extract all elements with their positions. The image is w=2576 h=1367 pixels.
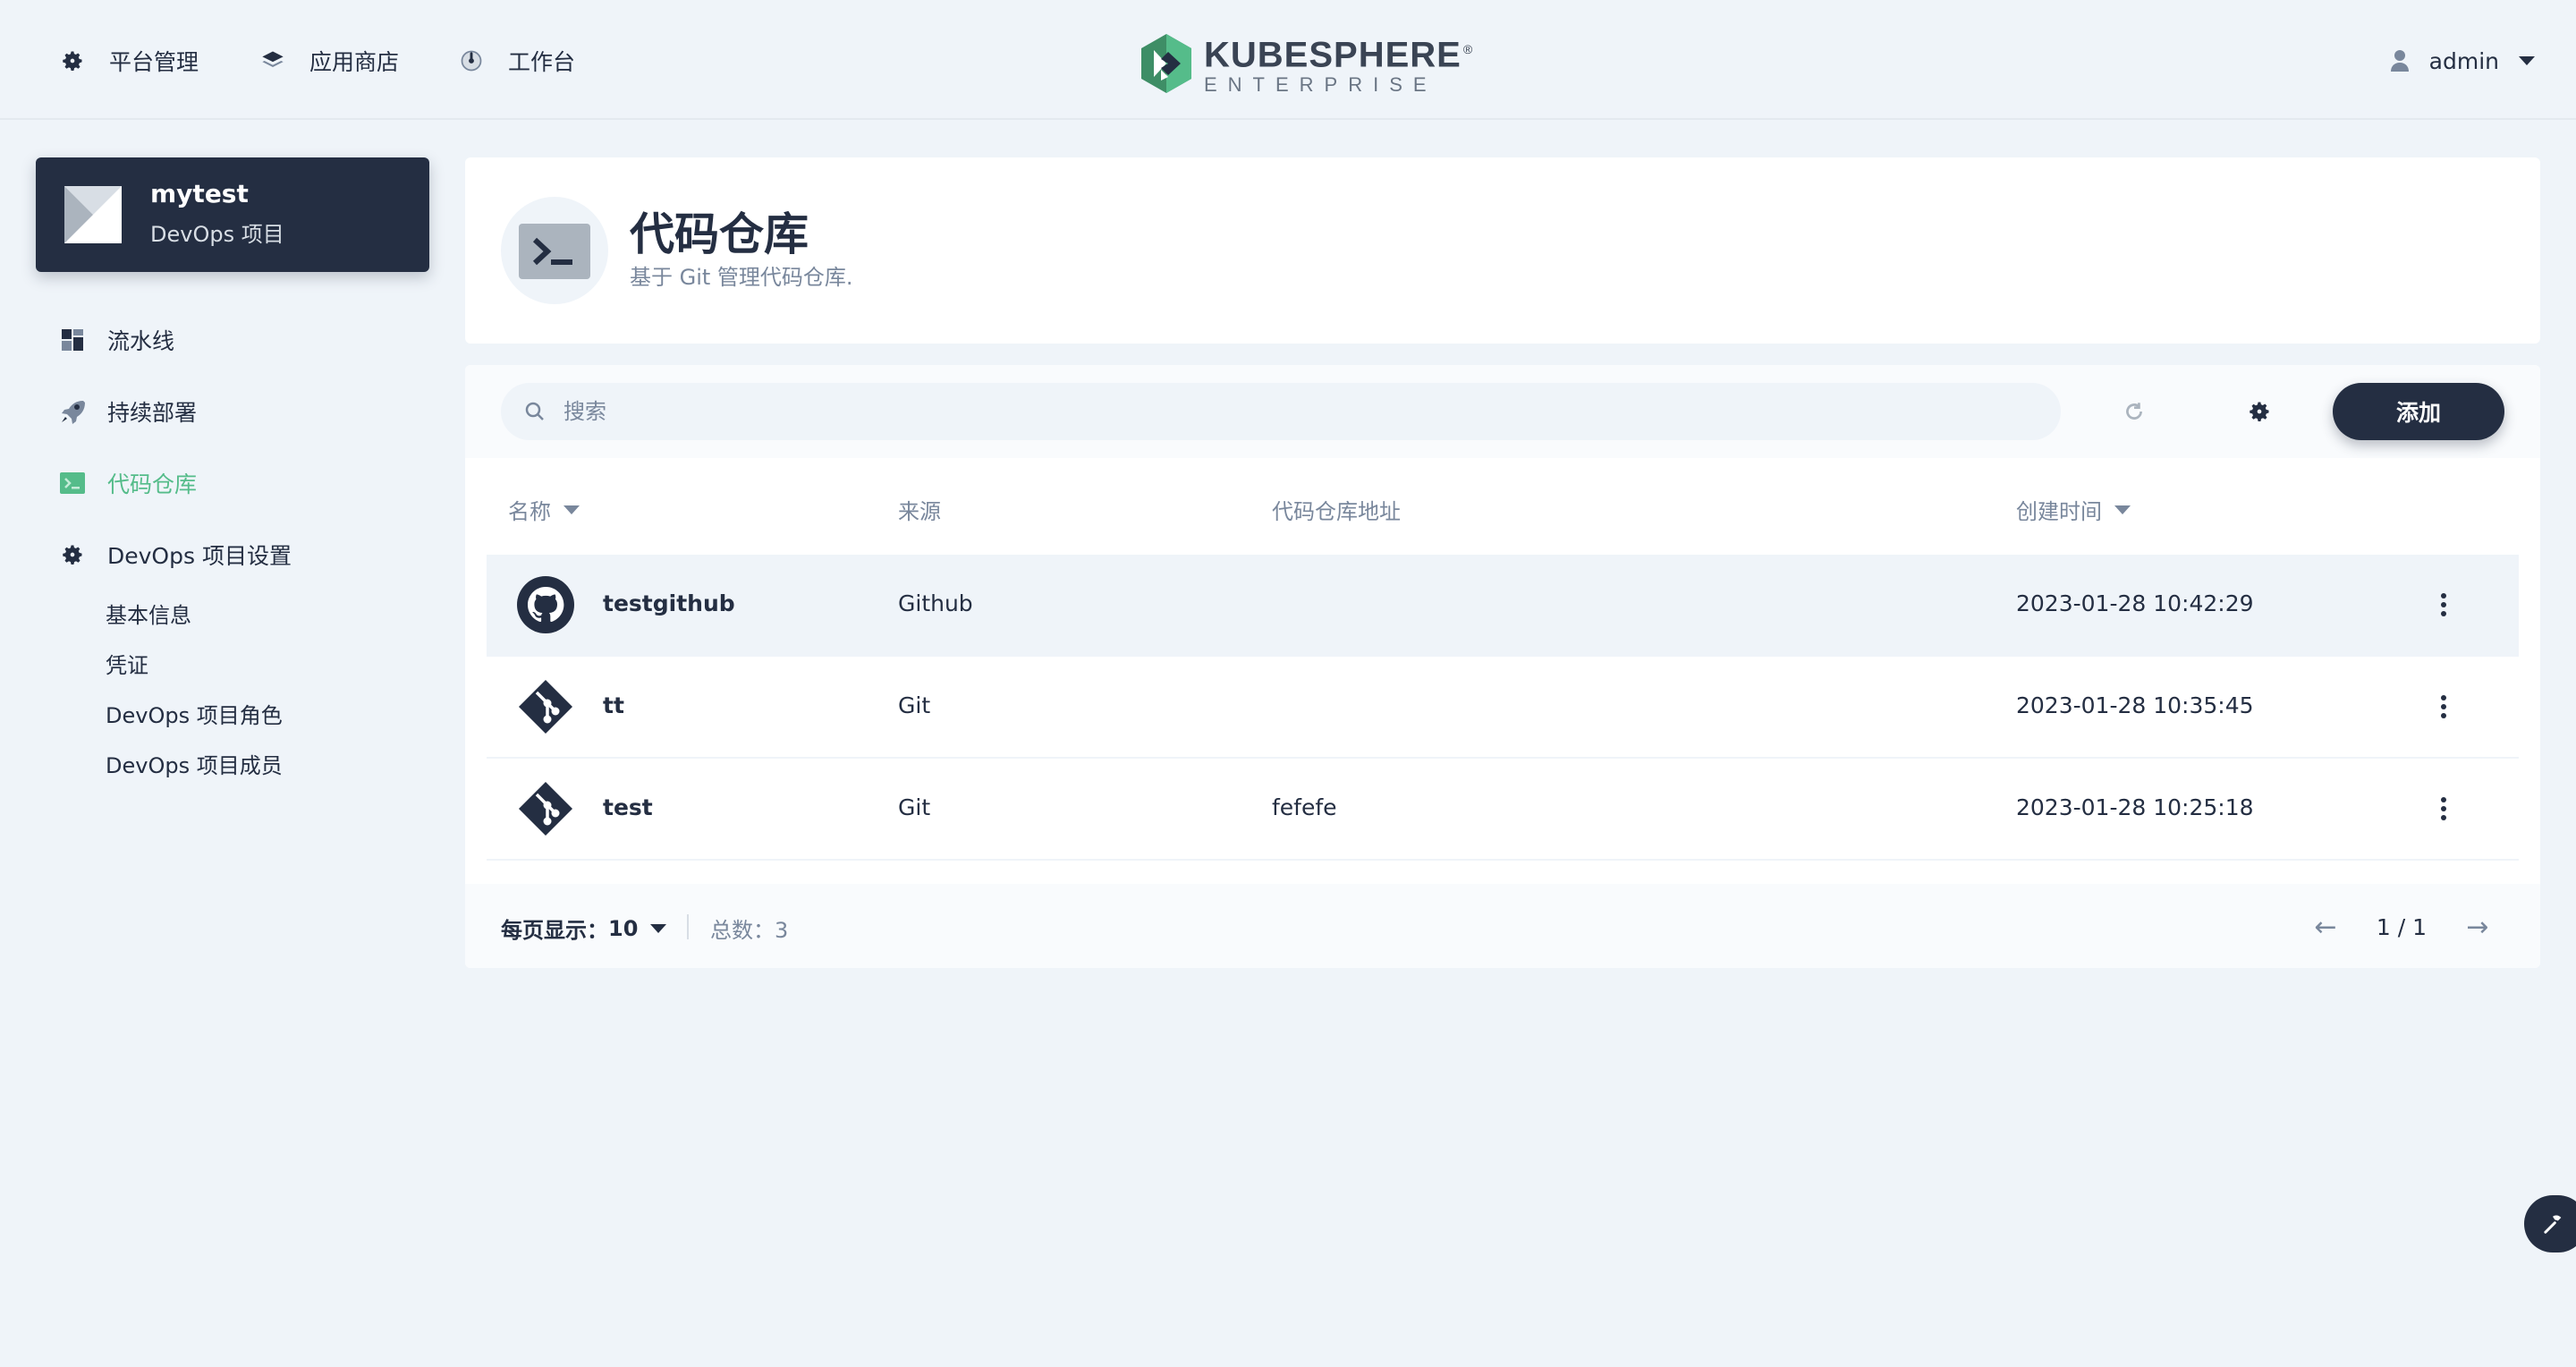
- page-size-select[interactable]: 每页显示： 10: [501, 913, 667, 944]
- nav-label: 工作台: [508, 49, 576, 75]
- sidebar-item-label: 持续部署: [107, 400, 198, 426]
- repository-created-time: 2023-01-28 10:42:29: [2016, 590, 2254, 616]
- column-label: 来源: [898, 499, 941, 524]
- git-icon: [519, 680, 572, 734]
- sidebar-item-code-repositories[interactable]: 代码仓库: [59, 465, 197, 501]
- sidebar-item-credentials[interactable]: 凭证: [106, 650, 148, 682]
- search-input[interactable]: [562, 398, 1996, 425]
- rocket-icon: [59, 398, 86, 425]
- sidebar-item-devops-settings[interactable]: DevOps 项目设置: [59, 537, 292, 573]
- table-settings-button[interactable]: [2238, 390, 2281, 433]
- top-navigation-bar: 平台管理 应用商店 工作台 KUBESPHERE ® ENTERPRISE adm…: [0, 0, 2576, 120]
- repository-address: fefefe: [1272, 794, 1337, 820]
- github-icon: [517, 576, 574, 633]
- next-page-arrow-icon[interactable]: →: [2451, 912, 2504, 943]
- table-row[interactable]: test Git fefefe 2023-01-28 10:25:18: [487, 759, 2519, 861]
- page-header: 代码仓库 基于 Git 管理代码仓库.: [465, 157, 2540, 344]
- terminal-icon: [519, 224, 590, 279]
- hammer-icon: [2544, 1215, 2562, 1234]
- table-toolbar: 添加: [465, 365, 2540, 458]
- repository-created-time: 2023-01-28 10:25:18: [2016, 794, 2254, 820]
- column-label: 代码仓库地址: [1272, 499, 1401, 524]
- refresh-icon: [2126, 403, 2142, 420]
- page-description: 基于 Git 管理代码仓库.: [630, 265, 853, 290]
- brand-name: KUBESPHERE: [1204, 35, 1462, 75]
- repository-name[interactable]: tt: [603, 692, 624, 718]
- project-avatar: [64, 186, 122, 243]
- nav-platform-management[interactable]: 平台管理: [57, 39, 199, 82]
- kubesphere-logo-icon: [1141, 34, 1191, 94]
- kubesphere-logo[interactable]: KUBESPHERE ® ENTERPRISE: [1141, 30, 1473, 97]
- page-indicator: 1 / 1: [2376, 913, 2428, 940]
- more-actions-button[interactable]: [2424, 687, 2463, 726]
- chevron-down-icon: [2519, 56, 2535, 65]
- more-actions-button[interactable]: [2424, 585, 2463, 624]
- toolbox-button[interactable]: [2524, 1195, 2576, 1252]
- dashboard-icon: [456, 46, 487, 76]
- refresh-button[interactable]: [2113, 390, 2156, 433]
- page-title: 代码仓库: [630, 208, 809, 260]
- project-name: mytest: [150, 179, 249, 208]
- sort-caret-icon: [2114, 505, 2131, 514]
- column-header-created[interactable]: 创建时间: [2016, 494, 2131, 525]
- project-card[interactable]: mytest DevOps 项目: [36, 157, 429, 272]
- repository-created-time: 2023-01-28 10:35:45: [2016, 692, 2254, 718]
- total-count: 总数：3: [710, 918, 789, 943]
- user-menu[interactable]: admin: [2390, 39, 2535, 82]
- table-header: 名称 来源 代码仓库地址 创建时间: [465, 458, 2540, 558]
- column-header-name[interactable]: 名称: [508, 494, 580, 525]
- page-icon-container: [501, 197, 608, 304]
- terminal-icon: [59, 470, 86, 497]
- more-actions-button[interactable]: [2424, 789, 2463, 828]
- gear-icon: [2250, 402, 2269, 421]
- sidebar-item-label: 代码仓库: [107, 471, 198, 497]
- sidebar-item-project-roles[interactable]: DevOps 项目角色: [106, 700, 283, 732]
- column-label: 名称: [508, 499, 551, 524]
- search-bar[interactable]: [501, 383, 2061, 440]
- brand-edition: ENTERPRISE: [1204, 73, 1437, 97]
- table-footer: 每页显示： 10 总数：3 ← 1 / 1 →: [465, 884, 2540, 968]
- registered-mark: ®: [1462, 42, 1474, 56]
- sidebar-item-label: DevOps 项目设置: [107, 543, 292, 569]
- user-icon: [2390, 48, 2410, 73]
- username: admin: [2428, 47, 2499, 74]
- repository-source: Github: [898, 590, 973, 616]
- gear-icon: [57, 46, 88, 76]
- column-header-address: 代码仓库地址: [1272, 494, 1401, 525]
- prev-page-arrow-icon[interactable]: ←: [2299, 912, 2352, 943]
- divider: [687, 914, 689, 939]
- sidebar-item-basic-info[interactable]: 基本信息: [106, 599, 191, 632]
- pipeline-icon: [59, 327, 86, 353]
- sidebar-item-pipelines[interactable]: 流水线: [59, 322, 174, 358]
- repository-source: Git: [898, 794, 931, 820]
- nav-app-store[interactable]: 应用商店: [258, 39, 399, 82]
- repository-name[interactable]: test: [603, 794, 653, 820]
- layers-icon: [258, 46, 288, 76]
- sidebar-item-continuous-deployment[interactable]: 持续部署: [59, 394, 197, 429]
- nav-label: 平台管理: [109, 49, 199, 75]
- column-label: 创建时间: [2016, 499, 2102, 524]
- repository-source: Git: [898, 692, 931, 718]
- git-icon: [519, 782, 572, 836]
- page-size-label: 每页显示：: [501, 918, 608, 943]
- page-size-value: 10: [608, 915, 639, 941]
- gear-icon: [59, 541, 86, 568]
- sidebar-item-project-members[interactable]: DevOps 项目成员: [106, 750, 283, 782]
- repository-table-card: 添加 名称 来源 代码仓库地址 创建时间 testgithub Github 2…: [465, 365, 2540, 968]
- repository-name[interactable]: testgithub: [603, 590, 735, 616]
- column-header-source: 来源: [898, 494, 941, 525]
- pagination: ← 1 / 1 →: [2299, 905, 2504, 948]
- add-repository-button[interactable]: 添加: [2333, 383, 2504, 440]
- table-row[interactable]: testgithub Github 2023-01-28 10:42:29: [487, 555, 2519, 657]
- table-row[interactable]: tt Git 2023-01-28 10:35:45: [487, 657, 2519, 759]
- chevron-down-icon: [650, 923, 667, 933]
- nav-label: 应用商店: [309, 49, 400, 75]
- nav-workbench[interactable]: 工作台: [456, 39, 575, 82]
- search-icon: [524, 401, 546, 422]
- project-type: DevOps 项目: [150, 222, 284, 247]
- sidebar-item-label: 流水线: [107, 328, 175, 354]
- sort-caret-icon: [564, 505, 580, 514]
